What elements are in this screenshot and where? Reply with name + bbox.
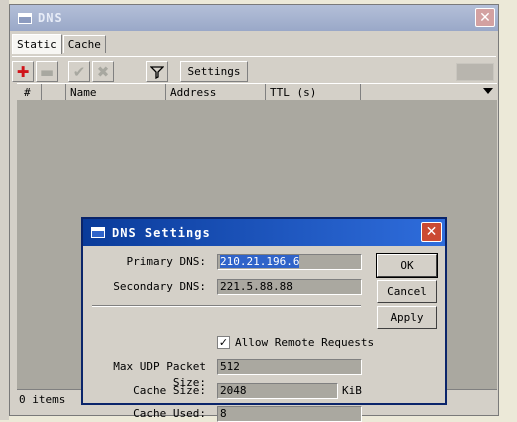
enable-button[interactable]: ✔ <box>68 61 90 82</box>
primary-dns-label: Primary DNS: <box>126 255 206 268</box>
max-udp-field[interactable]: 512 <box>217 359 362 375</box>
column-header-index[interactable]: # <box>17 84 42 100</box>
column-header-flags[interactable] <box>42 84 66 100</box>
window-titlebar[interactable]: DNS ✕ <box>10 5 498 31</box>
max-udp-label: Max UDP Packet Size: <box>113 360 206 389</box>
column-header-name[interactable]: Name <box>66 84 166 100</box>
dialog-body: Primary DNS: 210.21.196.6 Secondary DNS:… <box>83 246 445 422</box>
dialog-title: DNS Settings <box>112 225 211 240</box>
tab-bar: Static Cache <box>12 34 107 54</box>
dialog-divider <box>92 305 361 307</box>
column-header-ttl[interactable]: TTL (s) <box>266 84 361 100</box>
dialog-window-icon <box>91 227 105 238</box>
list-header: # Name Address TTL (s) <box>17 83 497 101</box>
primary-dns-value: 210.21.196.6 <box>220 255 300 268</box>
cache-size-field[interactable]: 2048 <box>217 383 338 399</box>
allow-remote-label: Allow Remote Requests <box>235 336 375 349</box>
window-icon <box>18 12 32 24</box>
primary-dns-field[interactable]: 210.21.196.6 <box>217 254 362 270</box>
cache-size-label: Cache Size: <box>133 384 206 397</box>
add-button[interactable]: ✚ <box>12 61 34 82</box>
find-input[interactable] <box>456 63 494 81</box>
apply-button[interactable]: Apply <box>377 306 437 329</box>
desktop-strip <box>0 0 9 420</box>
dialog-close-button[interactable]: ✕ <box>421 222 442 242</box>
tab-cache[interactable]: Cache <box>62 35 106 53</box>
window-close-button[interactable]: ✕ <box>475 8 495 27</box>
secondary-dns-field[interactable]: 221.5.88.88 <box>217 279 362 295</box>
filter-button[interactable] <box>146 61 168 82</box>
column-header-filler <box>361 84 497 100</box>
cancel-button[interactable]: Cancel <box>377 280 437 303</box>
ok-button[interactable]: OK <box>376 253 438 278</box>
column-header-address[interactable]: Address <box>166 84 266 100</box>
remove-button[interactable]: ▬ <box>36 61 58 82</box>
secondary-dns-label: Secondary DNS: <box>113 280 206 293</box>
filter-icon <box>150 65 164 79</box>
window-title: DNS <box>38 11 63 25</box>
disable-button[interactable]: ✖ <box>92 61 114 82</box>
allow-remote-checkbox[interactable]: ✓ <box>217 336 230 349</box>
columns-dropdown-icon[interactable] <box>483 88 493 94</box>
item-count: 0 items <box>19 393 66 406</box>
tab-static[interactable]: Static <box>12 34 62 54</box>
settings-button[interactable]: Settings <box>180 61 248 82</box>
cache-size-unit: KiB <box>342 384 362 397</box>
dialog-titlebar[interactable]: DNS Settings ✕ <box>83 219 445 246</box>
dns-settings-dialog: DNS Settings ✕ Primary DNS: 210.21.196.6… <box>81 217 447 422</box>
toolbar: ✚ ▬ ✔ ✖ Settings <box>12 56 496 85</box>
